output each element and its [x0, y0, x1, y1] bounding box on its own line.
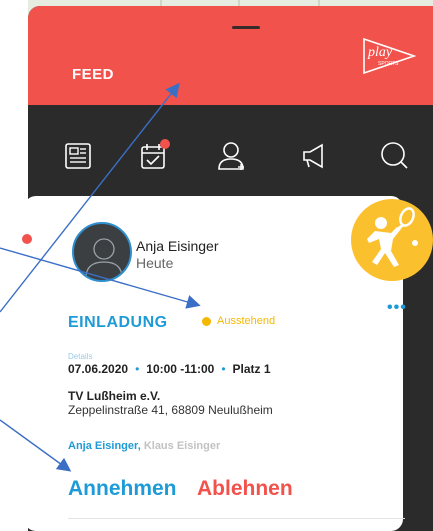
avatar[interactable] [72, 222, 132, 282]
player-name[interactable]: Klaus Eisinger [144, 440, 220, 452]
status-badge: Ausstehend [217, 315, 276, 327]
calendar-check-icon[interactable] [134, 136, 174, 176]
unread-dot [22, 234, 32, 244]
newspaper-icon[interactable] [58, 136, 98, 176]
play-sports-logo: play SPORTS [363, 37, 417, 75]
sheet-grabber[interactable] [232, 26, 260, 29]
details-label: Details [68, 352, 93, 361]
separator: • [135, 362, 140, 376]
player-name[interactable]: Anja Eisinger, [68, 440, 141, 452]
divider [68, 518, 405, 519]
logo-subtext: SPORTS [378, 61, 399, 67]
accept-button[interactable]: Annehmen [68, 477, 177, 501]
event-details: 07.06.2020 • 10:00 -11:00 • Platz 1 [68, 362, 271, 376]
event-time: 10:00 -11:00 [146, 362, 215, 376]
feed-header: FEED play SPORTS [28, 6, 433, 105]
event-court: Platz 1 [232, 362, 271, 376]
invitation-label: EINLADUNG [68, 314, 168, 331]
tennis-player-icon [351, 199, 433, 281]
separator: • [221, 362, 226, 376]
event-date: 07.06.2020 [68, 362, 129, 376]
club-address: Zeppelinstraße 41, 68809 Neulußheim [68, 403, 273, 417]
more-options-button[interactable]: ••• [387, 299, 407, 317]
players-list: Anja Eisinger, Klaus Eisinger [68, 440, 220, 452]
megaphone-icon[interactable] [294, 136, 334, 176]
post-time: Heute [136, 255, 174, 271]
page-title: FEED [72, 66, 115, 83]
club-name: TV Lußheim e.V. [68, 389, 161, 403]
status-dot [202, 317, 211, 326]
logo-text: play [367, 45, 393, 60]
decline-button[interactable]: Ablehnen [197, 477, 293, 501]
search-icon[interactable] [373, 136, 413, 176]
notification-badge [160, 139, 170, 149]
tab-bar [28, 136, 433, 180]
add-person-icon[interactable] [212, 136, 252, 176]
user-name: Anja Eisinger [136, 238, 219, 254]
